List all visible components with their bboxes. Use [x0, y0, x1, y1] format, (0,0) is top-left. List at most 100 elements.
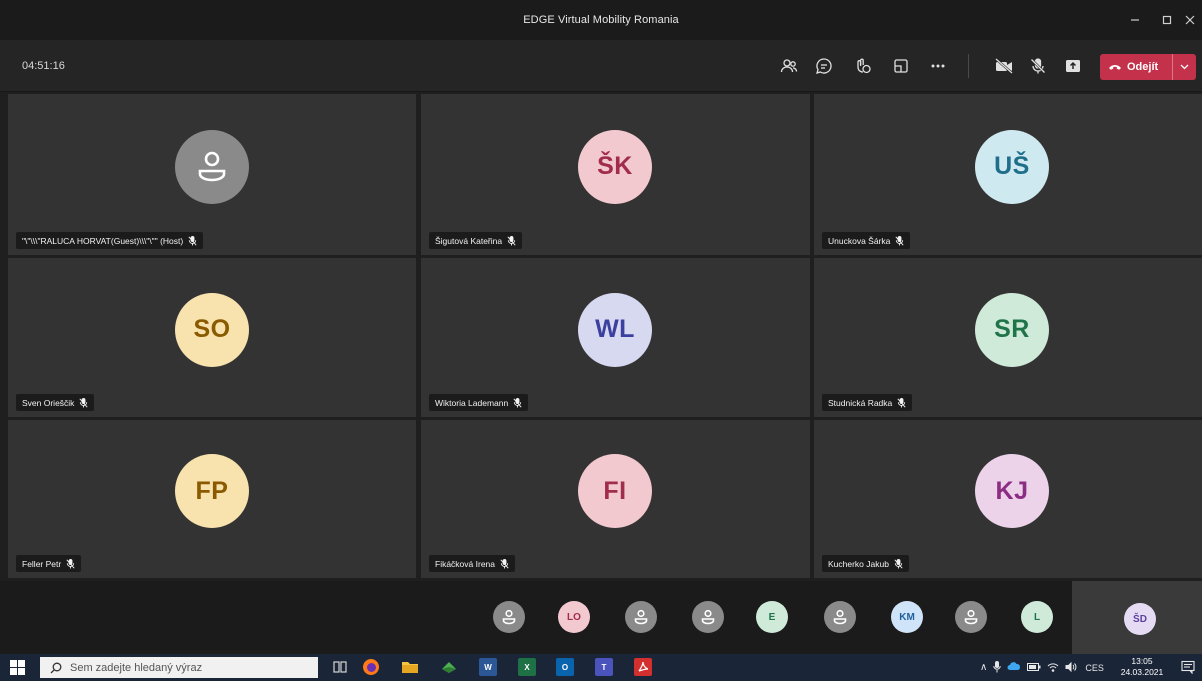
overflow-participant-default-avatar[interactable]	[692, 601, 724, 633]
firefox-icon[interactable]	[362, 658, 380, 676]
chat-icon[interactable]	[812, 54, 836, 78]
overflow-participant-avatar[interactable]: L	[1021, 601, 1053, 633]
avatar-initials: WL	[595, 315, 635, 343]
avatar-initials: FP	[195, 476, 229, 505]
participant-tile[interactable]: "\"\\\"RALUCA HORVAT(Guest)\\\"\"" (Host…	[8, 94, 416, 255]
avatar-initials: LO	[567, 611, 581, 623]
overflow-participant-default-avatar[interactable]	[493, 601, 525, 633]
input-language[interactable]: CES	[1085, 663, 1104, 673]
participant-tile[interactable]: KJ Kucherko Jakub	[814, 420, 1202, 578]
taskbar-search-box[interactable]: Sem zadejte hledaný výraz	[40, 657, 318, 678]
share-screen-icon[interactable]	[1061, 54, 1085, 78]
avatar-initials: KM	[899, 611, 915, 623]
participant-tile[interactable]: FP Feller Petr	[8, 420, 416, 578]
acrobat-icon[interactable]	[634, 658, 652, 676]
participant-name: Šigutová Kateřina	[435, 235, 503, 246]
clock-date: 24.03.2021	[1120, 667, 1164, 677]
task-view-icon[interactable]	[331, 658, 349, 676]
person-icon	[198, 151, 226, 181]
tray-mic-icon[interactable]	[993, 660, 1002, 675]
participant-tile[interactable]: SR Studnická Radka	[814, 258, 1202, 417]
overflow-participant-avatar[interactable]: KM	[891, 601, 923, 633]
taskbar-clock[interactable]: 13:05 24.03.2021	[1118, 656, 1166, 678]
leave-options-button[interactable]	[1173, 54, 1196, 80]
overflow-participant-default-avatar[interactable]	[824, 601, 856, 633]
breakout-rooms-icon[interactable]	[889, 54, 913, 78]
system-tray: ∧ CES	[980, 654, 1104, 681]
search-placeholder: Sem zadejte hledaný výraz	[70, 661, 203, 674]
mic-muted-icon	[897, 397, 906, 408]
avatar-initials: SO	[193, 315, 231, 343]
avatar-initials: ŠK	[597, 152, 633, 180]
participant-tile[interactable]: FI Fikáčková Irena	[421, 420, 810, 578]
onedrive-icon[interactable]	[1007, 662, 1021, 673]
participant-tile[interactable]: SO Sven Orieščik	[8, 258, 416, 417]
participant-name: Wiktoria Lademann	[435, 397, 509, 408]
battery-icon[interactable]	[1027, 662, 1041, 673]
window-title: EDGE Virtual Mobility Romania	[523, 14, 679, 26]
mic-muted-icon	[895, 235, 904, 246]
more-options-icon[interactable]	[926, 54, 950, 78]
hangup-icon	[1109, 65, 1121, 70]
reactions-icon[interactable]	[851, 54, 875, 78]
participant-tile[interactable]: WL Wiktoria Lademann	[421, 258, 810, 417]
clock-time: 13:05	[1131, 656, 1153, 666]
initials-avatar: SO	[175, 292, 249, 367]
windows-start-button[interactable]	[10, 660, 25, 675]
initials-avatar: SR	[975, 292, 1049, 367]
participant-name: Studnická Radka	[828, 397, 893, 408]
search-icon	[50, 662, 62, 673]
close-window-button[interactable]	[1178, 0, 1202, 40]
participant-name: Unuckova Šárka	[828, 235, 891, 246]
chevron-down-icon	[1180, 64, 1189, 70]
participant-name: Sven Orieščik	[22, 397, 75, 408]
leave-button[interactable]: Odejít	[1100, 54, 1196, 80]
initials-avatar: UŠ	[975, 129, 1049, 204]
word-icon[interactable]: W	[479, 658, 497, 676]
participant-name-label: Wiktoria Lademann	[429, 394, 529, 411]
leave-call[interactable]: Odejít	[1100, 54, 1172, 80]
participant-name-label: Feller Petr	[16, 555, 82, 572]
participant-tile[interactable]: ŠK Šigutová Kateřina	[421, 94, 810, 255]
outlook-icon[interactable]: O	[556, 658, 574, 676]
overflow-participant-avatar[interactable]: E	[756, 601, 788, 633]
file-explorer-icon[interactable]	[401, 658, 419, 676]
minimize-button[interactable]	[1118, 0, 1152, 40]
self-initials: ŠD	[1133, 613, 1147, 625]
participant-name-label: Kucherko Jakub	[822, 555, 909, 572]
self-preview-tile[interactable]: ŠD	[1072, 581, 1202, 654]
excel-icon[interactable]: X	[518, 658, 536, 676]
volume-icon[interactable]	[1065, 661, 1077, 674]
mic-muted-icon	[894, 558, 903, 569]
tray-overflow-icon[interactable]: ∧	[980, 662, 987, 673]
mic-muted-icon	[79, 397, 88, 408]
leave-label: Odejít	[1127, 61, 1159, 73]
title-bar: EDGE Virtual Mobility Romania	[0, 0, 1202, 40]
person-icon	[701, 609, 715, 625]
wifi-icon[interactable]	[1047, 662, 1059, 674]
overflow-participant-default-avatar[interactable]	[625, 601, 657, 633]
mic-muted-icon	[188, 235, 197, 246]
maps-app-icon[interactable]	[440, 658, 458, 676]
avatar-initials: E	[768, 611, 776, 623]
avatar-initials: UŠ	[994, 152, 1030, 180]
participant-grid: "\"\\\"RALUCA HORVAT(Guest)\\\"\"" (Host…	[0, 92, 1202, 581]
person-icon	[833, 609, 847, 625]
initials-avatar: ŠK	[578, 129, 652, 204]
participant-tile[interactable]: UŠ Unuckova Šárka	[814, 94, 1202, 255]
participant-name-label: Šigutová Kateřina	[429, 232, 523, 249]
initials-avatar: FP	[175, 454, 249, 528]
camera-off-icon[interactable]	[992, 54, 1016, 78]
participant-strip: ŠD LO E KM L	[0, 581, 1202, 654]
overflow-participant-default-avatar[interactable]	[955, 601, 987, 633]
teams-icon[interactable]: T	[595, 658, 613, 676]
windows-taskbar: Sem zadejte hledaný výraz W X O T ∧ CES …	[0, 654, 1202, 681]
mic-muted-icon	[66, 558, 75, 569]
participant-name-label: Unuckova Šárka	[822, 232, 911, 249]
overflow-participant-avatar[interactable]: LO	[558, 601, 590, 633]
mic-off-icon[interactable]	[1026, 54, 1050, 78]
meeting-timer: 04:51:16	[22, 60, 65, 72]
notifications-icon[interactable]	[1180, 659, 1196, 675]
people-icon[interactable]	[777, 54, 801, 78]
participant-name: Kucherko Jakub	[828, 558, 889, 569]
